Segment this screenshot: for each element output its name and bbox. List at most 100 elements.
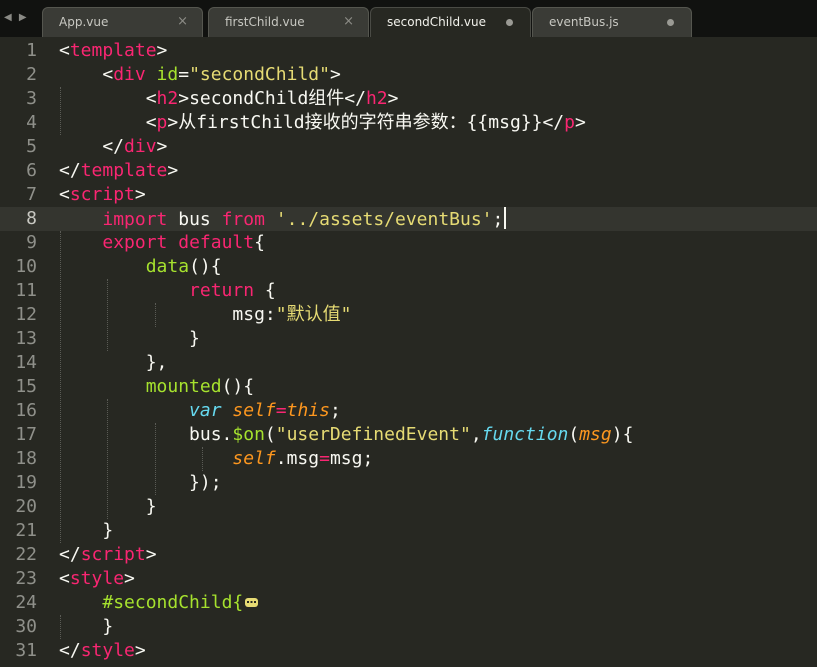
code-token: style [80,640,135,661]
line-number: 31 [15,640,37,661]
code-line[interactable]: 12 msg:"默认值" [0,303,817,327]
code-token: .msg [275,448,320,469]
line-number: 16 [15,400,37,421]
code-line[interactable]: 19 }); [0,471,817,495]
code-line[interactable]: 17 bus.$on("userDefinedEvent",function(m… [0,423,817,447]
code-text: return { [59,279,276,303]
code-token: > [387,88,399,109]
line-number: 2 [26,64,37,85]
code-token: default [178,232,255,253]
code-token: </ [59,136,125,157]
line-number: 23 [15,568,37,589]
code-line[interactable]: 6 </template> [0,159,817,183]
code-token: style [69,568,125,589]
code-line[interactable]: 3 <h2>secondChild组件</h2> [0,87,817,111]
line-number: 10 [15,256,37,277]
code-token: return [189,280,255,301]
code-token: script [80,544,146,565]
code-text: data(){ [59,255,222,279]
tab-app-vue[interactable]: App.vue × [42,7,203,37]
code-token: function [481,424,569,445]
code-text: <div id="secondChild"> [59,63,341,87]
code-line[interactable]: 1 <template> [0,39,817,63]
tab-eventbus-js[interactable]: eventBus.js [532,7,692,37]
unsaved-dot-icon[interactable] [667,19,674,26]
code-line[interactable]: 18 self.msg=msg; [0,447,817,471]
code-token: msg: [59,304,276,325]
code-line[interactable]: 5 </div> [0,135,817,159]
code-line[interactable]: 16 var self=this; [0,399,817,423]
code-token: > [329,64,341,85]
code-line[interactable]: 21 } [0,519,817,543]
code-token: import [102,209,168,230]
code-text: #secondChild{ [59,591,259,615]
code-line[interactable]: 2 <div id="secondChild"> [0,63,817,87]
code-line[interactable]: 15 mounted(){ [0,375,817,399]
code-token: > [145,544,157,565]
code-text: <h2>secondChild组件</h2> [59,87,399,111]
tab-label: App.vue [59,15,109,29]
code-token: mounted [145,376,222,397]
code-line[interactable]: 14 }, [0,351,817,375]
code-text: msg:"默认值" [59,303,351,327]
tab-secondchild-vue[interactable]: secondChild.vue [370,7,531,37]
code-token: </ [59,160,81,181]
code-line[interactable]: 4 <p>从firstChild接收的字符串参数：{{msg}}</p> [0,111,817,135]
folded-code-icon[interactable] [245,598,259,607]
code-token: < [59,184,70,205]
line-number: 19 [15,472,37,493]
code-line[interactable]: 20 } [0,495,817,519]
code-token: < [59,88,157,109]
code-line[interactable]: 9 export default{ [0,231,817,255]
code-token: div [113,64,146,85]
code-token: "默认值" [275,304,352,325]
code-token: bus. [59,424,233,445]
code-line[interactable]: 30 } [0,615,817,639]
code-line[interactable]: 10 data(){ [0,255,817,279]
code-token: script [69,184,135,205]
code-line[interactable]: 31 </style> [0,639,817,663]
code-text: }, [59,351,168,375]
code-token: > [156,136,168,157]
code-token: > [124,568,135,589]
code-token: = [178,64,190,85]
code-token: ( [264,424,276,445]
tab-nav-arrows-icon[interactable]: ◀ ▶ [4,12,29,23]
code-token: > [574,112,586,133]
code-token: p [564,112,575,133]
tab-firstchild-vue[interactable]: firstChild.vue × [208,7,369,37]
close-icon[interactable]: × [343,14,354,29]
code-line[interactable]: 11 return { [0,279,817,303]
code-token: (){ [189,256,222,277]
code-token: h2 [156,88,179,109]
line-number: 5 [26,136,37,157]
code-token: { [254,280,276,301]
code-token: < [59,112,157,133]
code-token: ; [329,400,341,421]
code-token: }, [59,352,168,373]
unsaved-dot-icon[interactable] [506,19,513,26]
code-token: ; [492,209,504,230]
code-line[interactable]: 24 #secondChild{ [0,591,817,615]
line-number: 20 [15,496,37,517]
code-line[interactable]: 13 } [0,327,817,351]
code-token: template [80,160,168,181]
code-line[interactable]: 22 </script> [0,543,817,567]
code-token: } [59,616,114,637]
code-token: > [156,40,168,61]
code-line[interactable]: 7 <script> [0,183,817,207]
code-line-current[interactable]: 8 import bus from '../assets/eventBus'; [0,207,817,231]
line-number: 22 [15,544,37,565]
code-editor[interactable]: 1 <template> 2 <div id="secondChild"> 3 <h2… [0,37,817,667]
code-line[interactable]: 23 <style> [0,567,817,591]
code-token: </ [59,544,81,565]
code-token: self [232,400,276,421]
close-icon[interactable]: × [177,14,188,29]
